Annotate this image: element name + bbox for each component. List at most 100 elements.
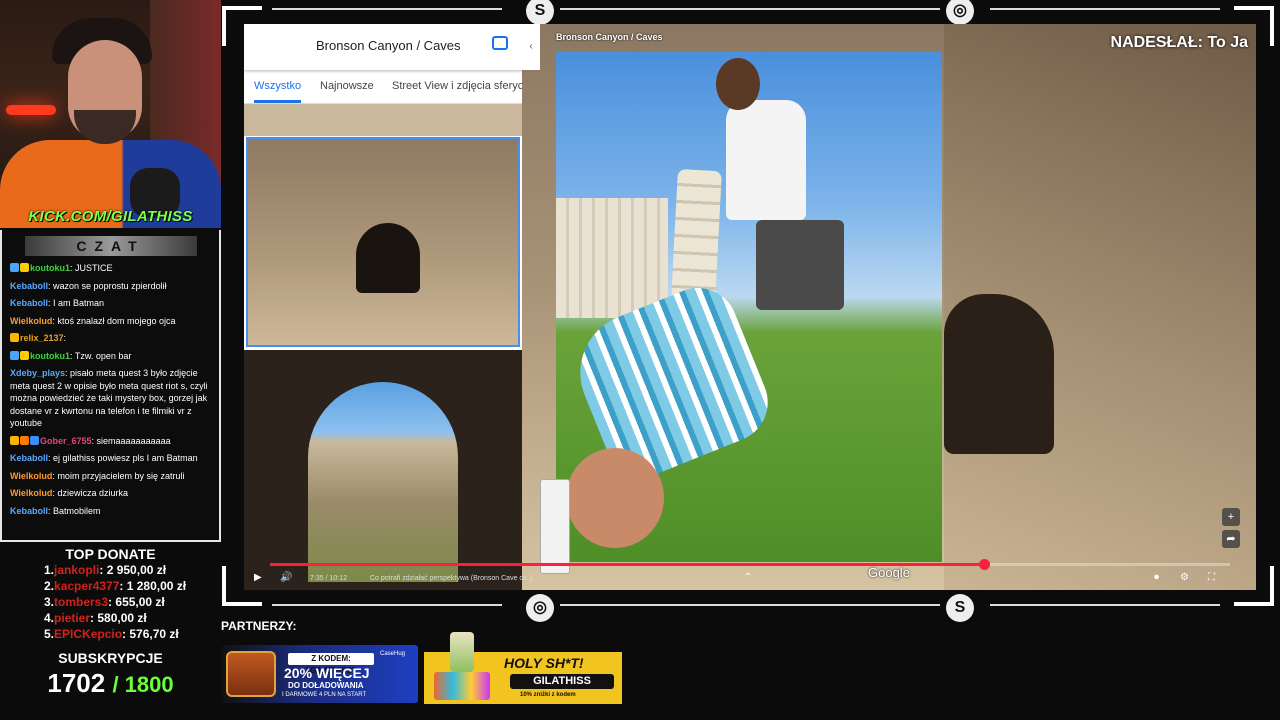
chat-username[interactable]: Kebaboll: [10, 281, 48, 291]
chevron-up-icon[interactable]: ⌃: [744, 572, 752, 583]
subs-current: 1702: [47, 668, 106, 698]
chat-message: relix_2137:: [10, 332, 211, 345]
player-time: 7:35 / 10:12: [310, 575, 347, 582]
share-icon[interactable]: ➦: [1222, 530, 1240, 548]
yt-overlay-title: Bronson Canyon / Caves: [556, 32, 663, 42]
chat-text: siemaaaaaaaaaaa: [96, 435, 171, 446]
chat-username[interactable]: Wielkolud: [10, 488, 52, 498]
tab-street-view[interactable]: Street View i zdjęcia sferyczne: [392, 80, 522, 92]
chat-username[interactable]: relix_2137: [20, 333, 64, 343]
chat-username[interactable]: Wielkolud: [10, 471, 52, 481]
donation-rank: 1.: [44, 563, 55, 577]
chat-text: moim przyjacielem by się zatruli: [57, 470, 185, 481]
donation-row: 4.pietier: 580,00 zł: [0, 610, 221, 626]
street-view-minimap[interactable]: [540, 479, 570, 574]
chat-username[interactable]: Xdeby_plays: [10, 368, 65, 378]
donation-name: tombers3: [54, 595, 109, 609]
player-video-title: Co potrafi zdziałać perspektywa (Bronson…: [370, 575, 533, 582]
chat-badge-icon: [10, 263, 19, 272]
collapse-panel-icon[interactable]: ‹: [522, 24, 540, 70]
donation-name: pietier: [54, 611, 91, 625]
cave-photo[interactable]: [244, 350, 522, 590]
donation-amount: 576,70 zł: [129, 627, 179, 641]
donations-panel: TOP DONATE 1.jankopli: 2 950,00 zł 2.kacp…: [0, 544, 221, 720]
captions-icon[interactable]: ⏺: [1154, 572, 1159, 583]
zoom-in-icon[interactable]: +: [1222, 508, 1240, 526]
volume-icon[interactable]: 🔊: [280, 572, 292, 583]
chat-message: Wielkolud: moim przyjacielem by się zatr…: [10, 470, 211, 483]
chat-message: Xdeby_plays: pisało meta quest 3 było zd…: [10, 367, 211, 430]
sender-label: NADESŁAŁ: To Ja: [1110, 34, 1248, 51]
donation-list: 1.jankopli: 2 950,00 zł 2.kacper4377: 1 2…: [0, 562, 221, 642]
subs-goal: / 1800: [112, 672, 174, 697]
donation-name: kacper4377: [54, 579, 120, 593]
ad2-code: GILATHISS: [510, 674, 614, 689]
chat-badge-icon: [30, 435, 39, 445]
chat-text: dziewicza dziurka: [57, 488, 128, 498]
kick-url: KICK.COM/GILATHISS: [28, 208, 193, 225]
chat-text: Batmobilem: [53, 505, 101, 516]
chat-username[interactable]: Kebaboll: [10, 453, 48, 463]
photo-thumbnail[interactable]: [244, 104, 522, 136]
ad2-title: HOLY SH*T!: [504, 655, 584, 671]
bottle-icon: [450, 632, 474, 672]
donation-name: EPICKepcio: [54, 627, 123, 641]
camera-icon[interactable]: [492, 36, 508, 50]
product-cans-icon: [434, 672, 490, 700]
top-donate-title: TOP DONATE: [65, 546, 156, 562]
brand-logo-icon: ◎: [526, 594, 554, 622]
chat-message: Gober_6755: siemaaaaaaaaaaa: [10, 435, 211, 448]
donation-name: jankopli: [54, 563, 100, 577]
play-icon[interactable]: ▶: [254, 572, 262, 583]
chat-message: Wielkolud: ktoś znalazł dom mojego ojca: [10, 315, 211, 328]
chat-title: CZAT: [24, 236, 197, 256]
brand-logo-icon: S: [526, 0, 554, 25]
ad1-code: Z KODEM: "GILATHISS": [288, 653, 374, 675]
chat-username[interactable]: koutoku1: [30, 351, 70, 361]
brand-logo-icon: S: [946, 594, 974, 622]
chat-message: Kebaboll: wazon se poprostu zpierdolił: [10, 280, 211, 293]
maps-search-bar[interactable]: Bronson Canyon / Caves: [244, 24, 522, 70]
ad-casehug[interactable]: Z KODEM: "GILATHISS" CaseHug 20% WIĘCEJ …: [222, 645, 418, 703]
chat-badge-icon: [10, 350, 19, 360]
donation-row: 1.jankopli: 2 950,00 zł: [0, 562, 221, 578]
chat-message: Kebaboll: Batmobilem: [10, 505, 211, 518]
chat-message: Kebaboll: ej gilathiss powiesz pls I am …: [10, 452, 211, 465]
chat-badge-icon: [20, 350, 29, 360]
chat-username[interactable]: Kebaboll: [10, 298, 48, 308]
donation-amount: 1 280,00 zł: [126, 579, 187, 593]
chat-username[interactable]: Kebaboll: [10, 506, 48, 516]
donation-colon: :: [119, 579, 127, 593]
webcam-feed: KICK.COM/GILATHISS: [0, 0, 221, 228]
treasure-chest-icon: [226, 651, 276, 697]
chat-panel: CZAT koutoku1: JUSTICE Kebaboll: wazon se…: [0, 230, 221, 542]
fullscreen-icon[interactable]: ⛶: [1208, 572, 1215, 583]
partners-title: PARTNERZY:: [221, 619, 297, 633]
chat-text: I am Batman: [53, 298, 105, 308]
chat-username[interactable]: Gober_6755: [40, 436, 92, 446]
chat-message: koutoku1: Tzw. open bar: [10, 350, 211, 363]
chat-text: ej gilathiss powiesz pls I am Batman: [53, 453, 198, 463]
ad-holy-shit[interactable]: HOLY SH*T! GILATHISS 10% zniżki z kodem: [424, 632, 622, 704]
chat-separator: :: [63, 333, 67, 343]
cave-photo-selected[interactable]: [246, 137, 520, 347]
donation-row: 2.kacper4377: 1 280,00 zł: [0, 578, 221, 594]
chat-badge-icon: [20, 435, 29, 445]
ad1-line1: DO DOŁADOWANIA: [288, 681, 364, 690]
ad1-headline: 20% WIĘCEJ: [284, 665, 370, 681]
chat-username[interactable]: koutoku1: [30, 263, 70, 273]
maps-search-text: Bronson Canyon / Caves: [316, 38, 461, 53]
donation-rank: 4.: [44, 611, 55, 625]
video-player[interactable]: Bronson Canyon / Caves Wszystko Najnowsz…: [244, 24, 1256, 590]
settings-gear-icon[interactable]: ⚙: [1180, 572, 1189, 583]
chat-message: Wielkolud: dziewicza dziurka: [10, 487, 211, 500]
donation-amount: 2 950,00 zł: [106, 563, 167, 577]
chat-text: wazon se poprostu zpierdolił: [53, 280, 167, 291]
maps-photo-panel: Bronson Canyon / Caves Wszystko Najnowsz…: [244, 24, 522, 590]
donation-rank: 3.: [44, 595, 55, 609]
chat-username[interactable]: Wielkolud: [10, 316, 52, 326]
tab-najnowsze[interactable]: Najnowsze: [320, 80, 374, 92]
donation-row: 5.EPICKepcio: 576,70 zł: [0, 626, 221, 642]
tab-wszystko[interactable]: Wszystko: [254, 80, 302, 103]
progress-bar[interactable]: [270, 559, 1230, 570]
